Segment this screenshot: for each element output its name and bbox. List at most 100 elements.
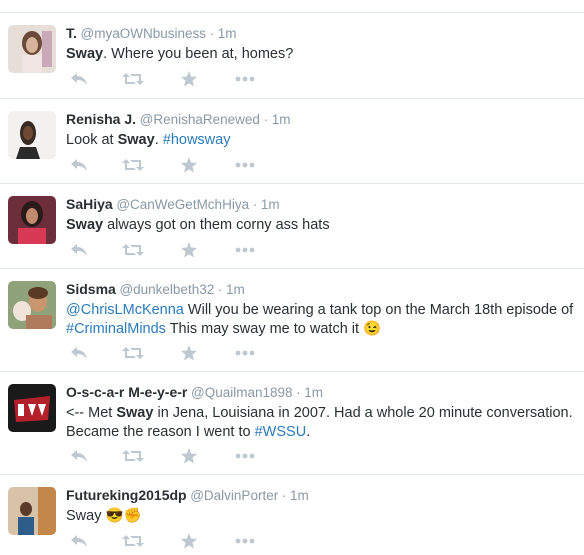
- reply-button[interactable]: [66, 155, 92, 175]
- text-segment: .: [306, 424, 311, 440]
- reply-button[interactable]: [66, 240, 92, 260]
- author-handle[interactable]: @DalvinPorter: [190, 488, 278, 503]
- avatar[interactable]: [8, 487, 56, 535]
- author-handle[interactable]: @Quailman1898: [191, 385, 293, 400]
- more-button[interactable]: [232, 69, 258, 89]
- author-handle[interactable]: @RenishaRenewed: [140, 112, 260, 127]
- tweet-item[interactable]: Renisha J. @RenishaRenewed · 1m Look at …: [0, 98, 584, 183]
- more-button[interactable]: [232, 531, 258, 551]
- tweet-timeline: T. @myaOWNbusiness · 1m Sway. Where you …: [0, 0, 584, 555]
- avatar[interactable]: [8, 25, 56, 73]
- more-button[interactable]: [232, 155, 258, 175]
- text-segment: Will you be wearing a tank top on the Ma…: [183, 302, 574, 318]
- favorite-icon: [181, 71, 197, 87]
- favorite-button[interactable]: [176, 240, 202, 260]
- author-name[interactable]: Futureking2015dp: [66, 487, 187, 503]
- favorite-button[interactable]: [176, 155, 202, 175]
- hashtag-link[interactable]: #WSSU: [255, 424, 307, 440]
- reply-button[interactable]: [66, 531, 92, 551]
- retweet-button[interactable]: [120, 155, 146, 175]
- highlight-word: Sway: [116, 405, 154, 421]
- avatar[interactable]: [8, 281, 56, 329]
- favorite-icon: [181, 345, 197, 361]
- more-icon: [235, 247, 255, 253]
- timestamp[interactable]: 1m: [272, 112, 291, 127]
- reply-icon: [71, 73, 87, 85]
- favorite-icon: [181, 533, 197, 549]
- favorite-button[interactable]: [176, 531, 202, 551]
- author-name[interactable]: SaHiya: [66, 196, 113, 212]
- tweet-text: <-- Met Sway in Jena, Louisiana in 2007.…: [66, 404, 580, 442]
- reply-icon: [71, 450, 87, 462]
- reply-button[interactable]: [66, 69, 92, 89]
- more-icon: [235, 453, 255, 459]
- emoji-group: 😎✊: [105, 508, 142, 524]
- more-button[interactable]: [232, 343, 258, 363]
- tweet-item[interactable]: SaHiya @CanWeGetMchHiya · 1m Sway always…: [0, 183, 584, 268]
- text-segment: This may sway me to watch it: [165, 321, 364, 337]
- reply-button[interactable]: [66, 446, 92, 466]
- tweet-item[interactable]: T. @myaOWNbusiness · 1m Sway. Where you …: [0, 12, 584, 98]
- tweet-item[interactable]: Futureking2015dp @DalvinPorter · 1m Sway…: [0, 474, 584, 555]
- author-name[interactable]: O-s-c-a-r M-e-y-e-r: [66, 384, 187, 400]
- retweet-button[interactable]: [120, 240, 146, 260]
- retweet-button[interactable]: [120, 531, 146, 551]
- avatar[interactable]: [8, 111, 56, 159]
- favorite-icon: [181, 448, 197, 464]
- favorite-button[interactable]: [176, 69, 202, 89]
- separator-dot: ·: [217, 282, 223, 297]
- favorite-icon: [181, 242, 197, 258]
- tweet-text: Look at Sway. #howsway: [66, 131, 580, 150]
- timestamp[interactable]: 1m: [304, 385, 323, 400]
- more-icon: [235, 538, 255, 544]
- favorite-button[interactable]: [176, 343, 202, 363]
- favorite-icon: [181, 157, 197, 173]
- author-name[interactable]: T.: [66, 25, 77, 41]
- favorite-button[interactable]: [176, 446, 202, 466]
- author-handle[interactable]: @myaOWNbusiness: [81, 26, 206, 41]
- author-name[interactable]: Renisha J.: [66, 111, 136, 127]
- highlight-word: Sway: [66, 217, 104, 233]
- hashtag-link[interactable]: #howsway: [163, 132, 231, 148]
- retweet-button[interactable]: [120, 343, 146, 363]
- author-handle[interactable]: @CanWeGetMchHiya: [116, 197, 249, 212]
- tweet-item[interactable]: Sidsma @dunkelbeth32 · 1m @ChrisLMcKenna…: [0, 268, 584, 371]
- reply-icon: [71, 159, 87, 171]
- separator-dot: ·: [296, 385, 301, 400]
- tweet-text: Sway. Where you been at, homes?: [66, 45, 580, 64]
- highlight-word: Sway: [66, 46, 104, 62]
- more-icon: [235, 350, 255, 356]
- reply-icon: [71, 244, 87, 256]
- retweet-icon: [122, 244, 144, 256]
- timestamp[interactable]: 1m: [261, 197, 280, 212]
- retweet-button[interactable]: [120, 69, 146, 89]
- text-segment: <-- Met: [66, 405, 117, 421]
- timestamp[interactable]: 1m: [218, 26, 237, 41]
- retweet-icon: [122, 535, 144, 547]
- avatar[interactable]: [8, 384, 56, 432]
- tweet-text: Sway always got on them corny ass hats: [66, 216, 580, 235]
- text-segment: Sway: [66, 508, 106, 524]
- timestamp[interactable]: 1m: [290, 488, 309, 503]
- text-segment: .: [154, 132, 163, 148]
- mention-link[interactable]: @ChrisLMcKenna: [66, 302, 184, 318]
- retweet-icon: [122, 73, 144, 85]
- author-handle[interactable]: @dunkelbeth32: [119, 282, 214, 297]
- retweet-icon: [122, 347, 144, 359]
- tweet-item[interactable]: O-s-c-a-r M-e-y-e-r @Quailman1898 · 1m <…: [0, 371, 584, 474]
- more-button[interactable]: [232, 240, 258, 260]
- wink-emoji: 😉: [363, 321, 382, 337]
- retweet-icon: [122, 159, 144, 171]
- reply-button[interactable]: [66, 343, 92, 363]
- text-segment: always got on them corny ass hats: [103, 217, 330, 233]
- author-name[interactable]: Sidsma: [66, 281, 116, 297]
- hashtag-link[interactable]: #CriminalMinds: [66, 321, 166, 337]
- more-button[interactable]: [232, 446, 258, 466]
- tweet-text: Sway 😎✊: [66, 507, 580, 526]
- separator-dot: ·: [209, 26, 215, 41]
- retweet-button[interactable]: [120, 446, 146, 466]
- avatar[interactable]: [8, 196, 56, 244]
- highlight-word: Sway: [117, 132, 155, 148]
- timestamp[interactable]: 1m: [226, 282, 245, 297]
- text-segment: . Where you been at, homes?: [103, 46, 294, 62]
